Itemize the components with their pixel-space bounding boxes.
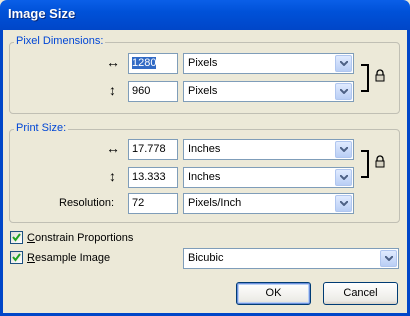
lock-icon: [375, 69, 385, 82]
print-width-unit: Inches: [188, 143, 221, 155]
resample-method-select[interactable]: Bicubic: [183, 248, 399, 269]
print-size-legend: Print Size:: [14, 122, 69, 134]
print-height-value: 13.333: [132, 171, 166, 183]
ok-button[interactable]: OK: [236, 282, 311, 305]
print-height-unit: Inches: [188, 171, 221, 183]
constrain-link-bracket: [361, 64, 369, 92]
width-arrow-icon: ↔: [106, 140, 120, 156]
pixel-height-value: 960: [132, 85, 151, 97]
constrain-link-bracket: [361, 150, 369, 178]
chevron-down-icon[interactable]: [380, 250, 397, 267]
pixel-dimensions-legend: Pixel Dimensions:: [14, 35, 106, 47]
cancel-button[interactable]: Cancel: [323, 282, 398, 305]
pixel-height-unit-select[interactable]: Pixels: [183, 81, 354, 102]
constrain-proportions-checkbox[interactable]: [10, 231, 23, 244]
pixel-height-unit: Pixels: [188, 85, 218, 97]
chevron-down-icon[interactable]: [335, 83, 352, 100]
print-height-input[interactable]: 13.333: [128, 167, 178, 188]
resample-image-checkbox[interactable]: [10, 251, 23, 264]
constrain-proportions-label[interactable]: Constrain Proportions: [27, 232, 133, 244]
chevron-down-icon[interactable]: [335, 169, 352, 186]
pixel-width-unit-select[interactable]: Pixels: [183, 53, 354, 74]
pixel-width-unit: Pixels: [188, 57, 218, 69]
width-arrow-icon: ↔: [106, 54, 120, 70]
pixel-width-value: 1280: [132, 57, 157, 69]
pixel-height-input[interactable]: 960: [128, 81, 178, 102]
print-width-value: 17.778: [132, 143, 166, 155]
resolution-unit: Pixels/Inch: [188, 197, 242, 209]
pixel-width-input[interactable]: 1280: [128, 53, 178, 74]
resolution-value: 72: [132, 197, 145, 209]
print-height-unit-select[interactable]: Inches: [183, 167, 354, 188]
height-arrow-icon: ↕: [109, 168, 116, 184]
lock-icon: [375, 155, 385, 168]
title-bar[interactable]: Image Size: [0, 0, 410, 30]
resolution-input[interactable]: 72: [128, 193, 178, 214]
resample-image-label[interactable]: Resample Image: [27, 252, 110, 264]
chevron-down-icon[interactable]: [335, 55, 352, 72]
chevron-down-icon[interactable]: [335, 141, 352, 158]
chevron-down-icon[interactable]: [335, 195, 352, 212]
resolution-unit-select[interactable]: Pixels/Inch: [183, 193, 354, 214]
resample-method-value: Bicubic: [188, 252, 224, 264]
checkmark-icon: [12, 233, 21, 242]
checkmark-icon: [12, 253, 21, 262]
window-title: Image Size: [8, 6, 76, 21]
print-width-input[interactable]: 17.778: [128, 139, 178, 160]
resolution-label: Resolution:: [59, 197, 115, 209]
height-arrow-icon: ↕: [109, 82, 116, 98]
print-width-unit-select[interactable]: Inches: [183, 139, 354, 160]
